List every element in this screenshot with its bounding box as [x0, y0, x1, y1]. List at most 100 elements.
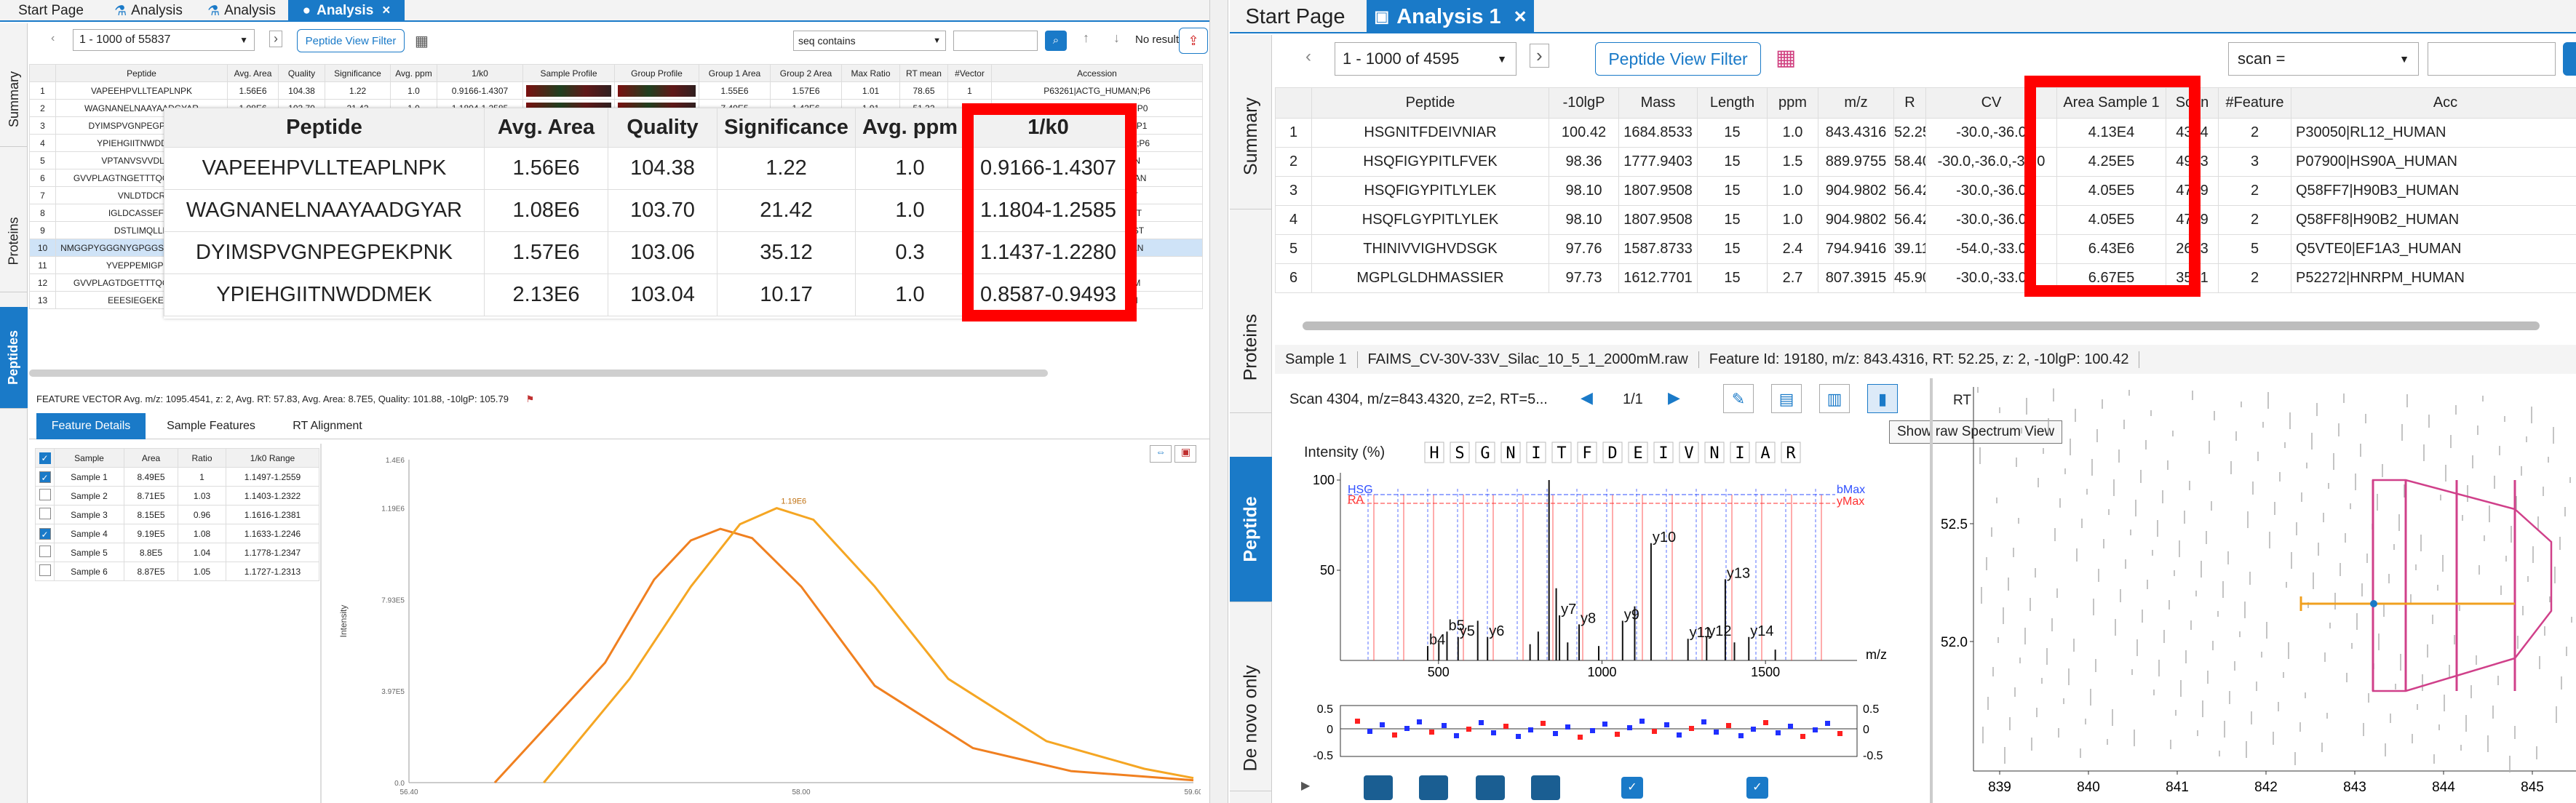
prev-scan-icon[interactable]: ◀: [1581, 388, 1593, 407]
chart-view-icon[interactable]: ▥: [1819, 384, 1850, 413]
side-tab-peptides[interactable]: Peptides: [0, 307, 28, 409]
side-tab-peptide-right[interactable]: Peptide: [1230, 457, 1272, 602]
next-scan-icon[interactable]: ▶: [1668, 388, 1680, 407]
error-point: [1380, 722, 1385, 727]
value-cell: 1.5: [1767, 147, 1818, 177]
tab-rt-alignment[interactable]: RT Alignment: [277, 413, 378, 439]
annotate-icon[interactable]: ✎: [1723, 384, 1754, 413]
table-row[interactable]: 2 HSQFIGYPITLFVEK 98.36 1777.9403 15 1.5 889.9…: [1275, 147, 2576, 177]
peptide-cell: MGPLGLDHMASSIER: [1311, 263, 1549, 293]
error-point: [1590, 728, 1595, 733]
close-icon[interactable]: ×: [1514, 5, 1527, 29]
zoom-row[interactable]: WAGNANELNAAYAADGYAR 1.08E6 103.70 21.42 1.0 1…: [164, 189, 1132, 232]
column-header: Peptide: [55, 64, 228, 82]
sample-row[interactable]: Sample 6 8.87E5 1.05 1.1727-1.2313: [35, 562, 319, 581]
table-row[interactable]: 3 HSQFIGYPITLYLEK 98.10 1807.9508 15 1.0 904.9…: [1275, 176, 2576, 206]
checkbox-a[interactable]: ✓: [1621, 777, 1643, 799]
pin-icon[interactable]: ⚑: [526, 393, 535, 404]
checkbox-icon[interactable]: ✓: [39, 527, 51, 540]
next-page-icon[interactable]: ›: [1530, 44, 1549, 68]
checkbox-icon[interactable]: [39, 564, 51, 576]
sample-range: 1.1633-1.2246: [226, 524, 319, 543]
peptide-view-filter-button[interactable]: Peptide View Filter: [297, 29, 405, 52]
column-header: Area Sample 1: [2056, 87, 2166, 119]
sample-row[interactable]: ✓ Sample 4 9.19E5 1.08 1.1633-1.2246: [35, 524, 319, 543]
right-table-hscroll[interactable]: [1303, 321, 2540, 330]
tab-analysis-a[interactable]: ⚗ Analysis: [102, 0, 195, 22]
subtab-label: Sample Features: [167, 420, 255, 432]
peptide-view-filter-button-right[interactable]: Peptide View Filter: [1595, 42, 1761, 76]
zoom-row[interactable]: DYIMSPVGNPEGPEKPNK 1.57E6 103.06 35.12 0.3 1.…: [164, 231, 1132, 274]
side-tab-proteins[interactable]: Proteins: [0, 191, 28, 292]
value-cell: 6.43E6: [2056, 234, 2166, 264]
search-button[interactable]: [2563, 42, 2576, 76]
value-cell: P63261|ACTG_HUMAN;P6: [991, 81, 1203, 100]
zoom-cell: 1.22: [717, 147, 856, 190]
table-row[interactable]: 6 MGPLGLDHMASSIER 97.73 1612.7701 15 2.7 807.3…: [1275, 263, 2576, 293]
collapse-icon[interactable]: ▶: [1301, 778, 1310, 793]
range-text: 1 - 1000 of 55837: [79, 33, 171, 46]
y-tick-label: 52.0: [1941, 635, 1968, 650]
tab-sample-features[interactable]: Sample Features: [153, 413, 269, 439]
side-tab-proteins-right[interactable]: Proteins: [1230, 282, 1272, 413]
value-cell: 1.0: [390, 81, 437, 100]
next-page-icon[interactable]: ›: [269, 31, 282, 47]
table-view-icon[interactable]: ▤: [1771, 384, 1802, 413]
ion-toggle-c[interactable]: [1476, 775, 1505, 800]
side-tab-summary[interactable]: Summary: [0, 52, 28, 147]
color-grid-icon[interactable]: ▦: [1776, 45, 1796, 71]
search-mode-select[interactable]: seq contains ▼: [793, 31, 946, 51]
sample-row[interactable]: Sample 2 8.71E5 1.03 1.1403-1.2322: [35, 486, 319, 506]
checkbox-b[interactable]: ✓: [1746, 777, 1768, 799]
table-row[interactable]: 1 VAPEEHPVLLTEAPLNPK 1.56E6 104.38 1.22 1.0 0.…: [29, 81, 1203, 100]
pane-splitter[interactable]: [1209, 0, 1228, 803]
checkbox-icon[interactable]: [39, 489, 51, 500]
tab-start-page[interactable]: Start Page: [0, 0, 102, 22]
raw-spectrum-icon[interactable]: ▮: [1867, 384, 1898, 413]
checkbox-icon[interactable]: ✓: [39, 452, 51, 464]
search-button[interactable]: ⌕: [1045, 31, 1067, 51]
ion-toggle-b[interactable]: [1419, 775, 1448, 800]
table-row[interactable]: 5 THINIVVIGHVDSGK 97.76 1587.8733 15 2.4 794.9…: [1275, 234, 2576, 264]
tab-start-page-right[interactable]: Start Page: [1230, 0, 1361, 33]
grid-settings-icon[interactable]: ▦: [415, 32, 429, 50]
prev-page-icon[interactable]: ‹: [51, 32, 55, 45]
range-select[interactable]: 1 - 1000 of 55837 ▼: [73, 29, 255, 51]
ion-toggle-a[interactable]: [1364, 775, 1393, 800]
arrow-up-icon[interactable]: ↑: [1083, 31, 1089, 46]
error-tick-left: 0: [1327, 724, 1333, 736]
value-cell: 98.36: [1549, 147, 1619, 177]
checkbox-icon[interactable]: ✓: [39, 471, 51, 483]
zoom-row[interactable]: YPIEHGIITNWDDMEK 2.13E6 103.04 10.17 1.0 0.85…: [164, 273, 1132, 316]
search-mode-select[interactable]: scan = ▼: [2228, 42, 2419, 76]
arrow-down-icon[interactable]: ↓: [1113, 31, 1120, 46]
breadcrumb-item[interactable]: FAIMS_CV-30V-33V_Silac_10_5_1_2000mM.raw: [1358, 351, 1699, 368]
breadcrumb-item[interactable]: Feature Id: 19180, m/z: 843.4316, RT: 52…: [1699, 351, 2140, 368]
side-tab-summary-right[interactable]: Summary: [1230, 64, 1272, 209]
checkbox-icon[interactable]: [39, 546, 51, 557]
tab-analysis-active[interactable]: ● Analysis ×: [288, 0, 405, 22]
search-input[interactable]: [2428, 42, 2556, 76]
prev-page-icon[interactable]: ‹: [1305, 47, 1311, 67]
error-tick-right: -0.5: [1863, 750, 1883, 762]
side-tab-de-novo[interactable]: De novo only: [1230, 646, 1272, 791]
zoom-row[interactable]: VAPEEHPVLLTEAPLNPK 1.56E6 104.38 1.22 1.0 0.9…: [164, 147, 1132, 190]
ion-toggle-d[interactable]: [1531, 775, 1560, 800]
table-row[interactable]: 4 HSQFLGYPITLYLEK 98.10 1807.9508 15 1.0 904.9…: [1275, 205, 2576, 235]
export-button[interactable]: ⇪: [1179, 28, 1208, 54]
value-cell: 4304: [2166, 118, 2219, 148]
sample-row[interactable]: ✓ Sample 1 8.49E5 1 1.1497-1.2559: [35, 467, 319, 487]
range-select[interactable]: 1 - 1000 of 4595 ▼: [1335, 42, 1516, 76]
left-table-hscroll[interactable]: [29, 369, 1048, 377]
error-point: [1689, 726, 1694, 731]
tab-analysis-b[interactable]: ⚗ Analysis: [195, 0, 288, 22]
tab-analysis-1[interactable]: ▣ Analysis 1 ×: [1367, 0, 1534, 33]
search-input[interactable]: [953, 31, 1038, 51]
sample-row[interactable]: Sample 3 8.15E5 0.96 1.1616-1.2381: [35, 505, 319, 524]
tab-feature-details[interactable]: Feature Details: [36, 413, 146, 439]
close-icon[interactable]: ×: [382, 3, 390, 19]
breadcrumb-item[interactable]: Sample 1: [1275, 351, 1358, 368]
checkbox-icon[interactable]: [39, 508, 51, 519]
table-row[interactable]: 1 HSGNITFDEIVNIAR 100.42 1684.8533 15 1.0 843.…: [1275, 118, 2576, 148]
sample-row[interactable]: Sample 5 8.8E5 1.04 1.1778-1.2347: [35, 543, 319, 562]
